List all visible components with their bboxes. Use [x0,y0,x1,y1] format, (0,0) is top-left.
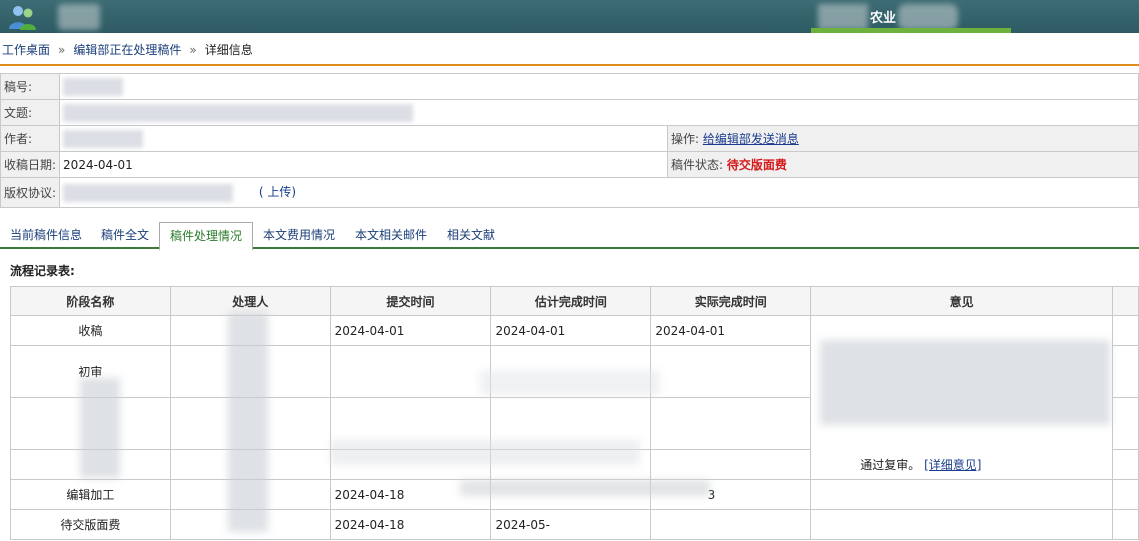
breadcrumb: 工作桌面 » 编辑部正在处理稿件 » 详细信息 [0,34,1139,66]
submit-cell: 2024-04-01 [329,315,492,346]
tab-related-literature[interactable]: 相关文献 [437,222,505,249]
operation-label: 操作: [670,132,699,146]
author-label: 作者: [0,125,61,152]
author-value [59,125,668,152]
redacted-dates [460,480,710,496]
detail-opinion-link[interactable]: [详细意见] [924,458,981,472]
manuscript-id-label: 稿号: [0,73,61,100]
breadcrumb-section[interactable]: 编辑部正在处理稿件 [73,43,181,57]
actual-cell [650,397,812,450]
table-row: 待交版面费 2024-04-18 2024-05- [10,509,1139,540]
redacted-journal-name [818,4,868,30]
redacted-handlers [228,312,268,532]
header-submit-time: 提交时间 [329,286,492,316]
breadcrumb-home[interactable]: 工作桌面 [2,43,50,57]
users-icon [9,6,36,30]
extra-cell [1111,479,1139,510]
tab-related-emails[interactable]: 本文相关邮件 [345,222,437,249]
title-value [59,99,1139,126]
redacted-copyright-file [63,183,234,202]
journal-name: 农业 [870,11,897,26]
actual-cell: 2024-04-01 [650,315,812,346]
copyright-value: ( 上传) [59,177,1139,208]
info-row-copyright: 版权协议: ( 上传) [0,177,1139,208]
submit-cell: 2024-04-18 [329,509,492,540]
redacted-author [63,129,144,148]
actual-cell [650,509,812,540]
tab-processing-status[interactable]: 稿件处理情况 [159,222,254,251]
extra-cell [1111,315,1139,346]
top-bar: 农业 [0,0,1139,33]
flow-table-title: 流程记录表: [10,264,75,278]
actual-cell [650,345,812,398]
received-date-value: 2024-04-01 [59,151,668,178]
opinion-cell [810,509,1113,540]
info-row-received: 收稿日期: 2024-04-01 稿件状态: 待交版面费 [0,151,1139,178]
operation-cell: 操作: 给编辑部发送消息 [666,125,1139,152]
status-label: 稿件状态: [670,158,723,172]
send-message-link[interactable]: 给编辑部发送消息 [703,132,799,146]
status-cell: 稿件状态: 待交版面费 [666,151,1139,178]
received-date-label: 收稿日期: [0,151,61,178]
header-stage: 阶段名称 [10,286,171,316]
status-value: 待交版面费 [726,158,787,172]
redacted-smear [480,370,660,395]
stage-cell: 编辑加工 [10,479,171,510]
extra-cell [1111,345,1139,398]
tab-fees[interactable]: 本文费用情况 [253,222,345,249]
estimate-cell: 2024-05- [490,509,652,540]
submit-cell [329,345,492,398]
stage-cell: 待交版面费 [10,509,171,540]
detail-tabs: 当前稿件信息 稿件全文 稿件处理情况 本文费用情况 本文相关邮件 相关文献 [0,222,1139,251]
title-label: 文题: [0,99,61,126]
redacted-title [63,103,414,122]
breadcrumb-current: 详细信息 [204,43,253,57]
upload-link[interactable]: ( 上传) [259,185,296,199]
tab-full-text[interactable]: 稿件全文 [91,222,159,249]
redacted-smear [330,440,640,465]
extra-cell [1111,397,1139,450]
redacted-id [63,77,124,96]
topbar-accent-line [811,28,1011,33]
tab-current-info[interactable]: 当前稿件信息 [0,222,92,249]
stage-cell: 收稿 [10,315,171,346]
manuscript-info-table: 稿号: 文题: 作者: 操作: 给编辑部发送消息 收稿日期: 2024-04-0… [0,73,1139,208]
header-estimated-time: 估计完成时间 [490,286,652,316]
breadcrumb-separator: » [58,43,66,57]
info-row-title: 文题: [0,99,1139,126]
flow-header-row: 阶段名称 处理人 提交时间 估计完成时间 实际完成时间 意见 [10,286,1139,316]
header-extra [1111,286,1139,316]
info-row-id: 稿号: [0,73,1139,100]
redacted-opinion [820,340,1110,425]
extra-cell [1111,509,1139,540]
header-actual-time: 实际完成时间 [650,286,812,316]
info-row-author: 作者: 操作: 给编辑部发送消息 [0,125,1139,152]
breadcrumb-separator: » [189,43,197,57]
extra-cell [1111,449,1139,480]
opinion-text: 通过复审。 [860,458,921,472]
estimate-cell: 2024-04-01 [490,315,652,346]
redacted-system-name [58,4,100,30]
header-opinion: 意见 [810,286,1113,316]
redacted-journal-name-suffix [898,4,958,30]
opinion-cell [810,479,1113,510]
redacted-stages [80,378,120,478]
copyright-label: 版权协议: [0,177,61,208]
manuscript-id-value [59,73,1139,100]
actual-cell [650,449,812,480]
